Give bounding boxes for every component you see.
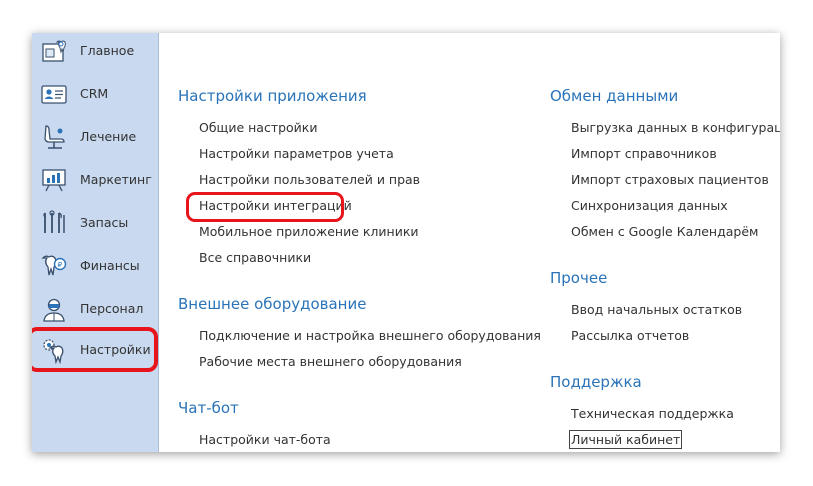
link-hw-workplaces[interactable]: Рабочие места внешнего оборудования [199,354,462,369]
link-integration-settings[interactable]: Настройки интеграций [199,198,352,213]
sidebar-item-label: Лечение [80,129,137,144]
link-chatbot-settings[interactable]: Настройки чат-бота [199,432,331,447]
sidebar-item-stock[interactable]: Запасы [32,203,158,243]
link-data-sync[interactable]: Синхронизация данных [571,198,728,213]
section-title-app-settings: Настройки приложения [178,87,367,105]
link-general-settings[interactable]: Общие настройки [199,120,317,135]
link-import-insurance-patients[interactable]: Импорт страховых пациентов [571,172,769,187]
sidebar-item-finance[interactable]: ₽ Финансы [32,246,158,286]
app-window: Главное CRM Лечение Маркетинг Запасы ₽ Ф… [32,33,780,452]
section-title-chatbot: Чат-бот [178,399,239,417]
sidebar-item-label: Финансы [80,258,140,273]
tooth-coin-icon: ₽ [41,255,67,276]
sidebar-item-label: Главное [80,43,135,58]
sidebar-item-label: Запасы [80,215,129,230]
section-title-data-exchange: Обмен данными [550,87,679,105]
sidebar-item-crm[interactable]: CRM [32,74,158,114]
dental-chair-icon [44,125,65,149]
sidebar-item-label: Персонал [80,301,144,316]
tooth-gear-icon [43,339,64,364]
link-users-rights[interactable]: Настройки пользователей и прав [199,172,420,187]
presentation-chart-icon [42,169,66,192]
sidebar: Главное CRM Лечение Маркетинг Запасы ₽ Ф… [32,33,159,452]
link-hw-connection[interactable]: Подключение и настройка внешнего оборудо… [199,328,541,343]
link-report-mailing[interactable]: Рассылка отчетов [571,328,689,343]
sidebar-item-main[interactable]: Главное [32,33,158,71]
link-export-config[interactable]: Выгрузка данных в конфигурацию [571,120,780,135]
sidebar-item-label: Настройки [80,342,151,357]
svg-text:₽: ₽ [58,261,63,269]
contact-card-icon [41,85,67,104]
link-all-catalogs[interactable]: Все справочники [199,250,311,265]
sidebar-item-label: CRM [80,86,109,101]
home-tooth-icon [42,40,66,62]
link-google-calendar[interactable]: Обмен с Google Календарём [571,224,758,239]
sidebar-item-treatment[interactable]: Лечение [32,117,158,157]
sidebar-item-marketing[interactable]: Маркетинг [32,160,158,200]
sidebar-item-staff[interactable]: Персонал [32,289,158,329]
link-accounting-settings[interactable]: Настройки параметров учета [199,146,394,161]
link-personal-account[interactable]: Личный кабинет [568,430,683,449]
sidebar-item-label: Маркетинг [80,172,152,187]
sidebar-item-settings[interactable]: Настройки [32,330,158,370]
link-mobile-app[interactable]: Мобильное приложение клиники [199,224,419,239]
section-title-support: Поддержка [550,373,642,391]
section-title-external-hw: Внешнее оборудование [178,295,367,313]
doctor-icon [43,298,65,322]
link-import-catalogs[interactable]: Импорт справочников [571,146,717,161]
main-content: Настройки приложения Общие настройки Нас… [159,33,780,452]
link-tech-support[interactable]: Техническая поддержка [571,406,734,421]
section-title-other: Прочее [550,269,608,287]
dental-tools-icon [43,210,65,233]
link-opening-balances[interactable]: Ввод начальных остатков [571,302,742,317]
